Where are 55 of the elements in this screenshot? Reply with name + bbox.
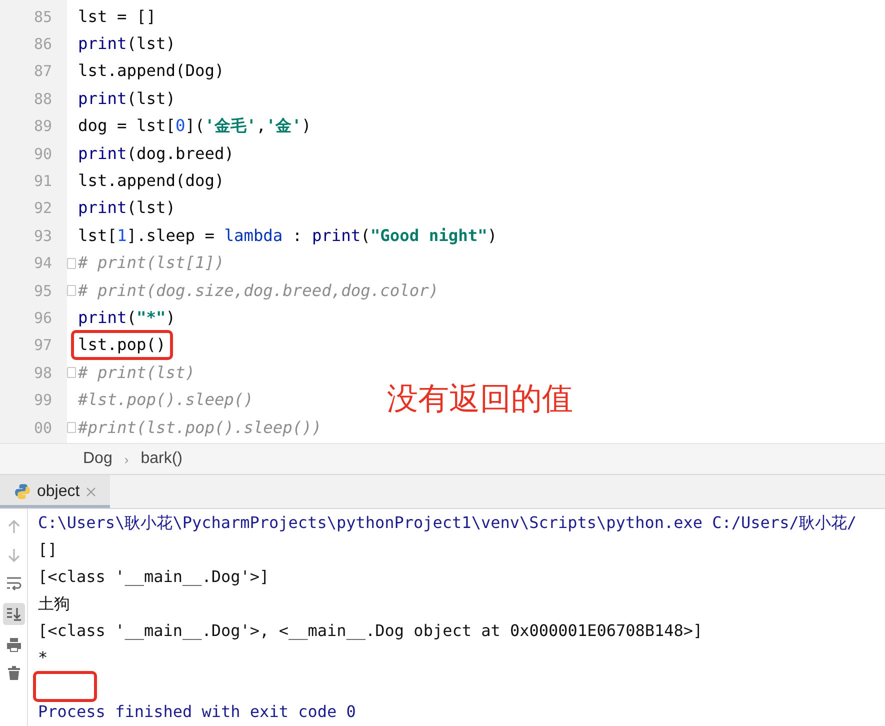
code-line: # print(dog.size,dog.breed,dog.color) [78,280,439,302]
breadcrumb[interactable]: bark() [140,450,182,468]
line-number: 00 [32,418,52,437]
code-line: print(lst) [78,197,176,220]
fold-marker-icon[interactable] [67,422,76,434]
line-number: 95 [32,282,52,300]
code-line: lst = [] [78,6,156,28]
code-line: print("*") [78,306,176,329]
code-line: # print(lst[1]) [78,252,224,274]
run-tab[interactable]: object [0,475,110,508]
code-line: print(lst) [78,33,176,56]
breadcrumb[interactable]: Dog [83,450,112,468]
code-line: print(lst) [78,88,176,110]
code-line: # print(lst) [78,362,195,384]
console-line: Process finished with exit code 0 [38,701,357,723]
line-number: 98 [32,364,52,382]
line-number: 94 [32,254,52,272]
code-line: #print(lst.pop().sleep()) [78,416,322,439]
up-arrow-icon[interactable] [6,519,22,535]
breadcrumb-separator: › [124,452,129,466]
line-number: 96 [32,308,52,327]
console-line: C:\Users\耿小花\PycharmProjects\pythonProject1\venv\Scripts\python.exe C:/Users/耿小花/ [38,512,856,534]
line-number: 89 [32,117,52,136]
line-number: 86 [32,35,52,54]
console-line: [<class '__main__.Dog'>, <__main__.Dog object at 0x000001E06708B148>] [38,620,704,642]
scroll-to-end-button[interactable] [2,603,24,625]
close-icon[interactable] [86,486,96,496]
code-line: #lst.pop().sleep() [78,389,254,412]
trash-icon[interactable] [6,665,22,681]
line-number: 90 [32,144,52,163]
console-line: 土狗 [38,593,71,615]
fold-marker-icon[interactable] [67,285,76,296]
python-icon [14,483,31,500]
fold-marker-icon[interactable] [67,258,76,269]
console-line: [] [38,539,58,561]
line-number: 91 [32,172,52,190]
line-number: 97 [32,336,52,354]
code-line: print(dog.breed) [78,142,234,165]
soft-wrap-icon[interactable] [6,575,22,591]
code-line: lst.append(dog) [78,170,224,192]
code-line: lst.append(Dog) [78,60,224,82]
down-arrow-icon[interactable] [6,547,22,563]
line-number: 99 [32,391,52,410]
line-number: 87 [32,62,52,80]
annotation-text: 没有返回的值 [387,380,573,419]
fold-marker-icon[interactable] [67,367,76,378]
code-line: lst[1].sleep = lambda : print("Good night") [78,224,498,247]
code-line: dog = lst[0]('金毛','金') [78,115,312,138]
line-number: 93 [32,226,52,245]
console-line: [<class '__main__.Dog'>] [38,566,270,588]
print-icon[interactable] [6,637,22,653]
line-number: 92 [32,199,52,218]
line-number: 88 [32,90,52,108]
console-line: * [38,647,49,669]
line-number: 85 [32,8,52,26]
